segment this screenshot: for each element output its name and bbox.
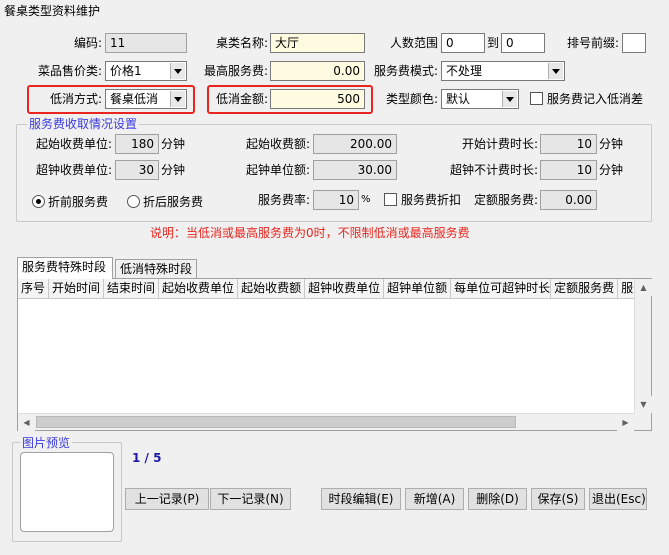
- people-to-label: 到: [487, 36, 500, 50]
- chevron-down-icon[interactable]: [548, 63, 563, 79]
- fee-mode-value: 不处理: [446, 64, 483, 78]
- row-prefix-label: 排号前缀:: [566, 36, 619, 50]
- fixed-fee-label: 定额服务费:: [473, 193, 538, 207]
- over-amount-label: 起钟单位额:: [245, 163, 310, 177]
- table-name-label: 桌类名称:: [215, 36, 268, 50]
- start-amount-label: 起始收费额:: [245, 137, 310, 151]
- fee-into-min-label: 服务费记入低消差: [547, 92, 644, 106]
- preview-title: 图片预览: [20, 436, 73, 450]
- next-record-button[interactable]: 下一记录(N): [210, 488, 291, 510]
- grid-horizontal-scrollbar[interactable]: ◀ ▶: [18, 413, 634, 431]
- grid-vertical-scrollbar[interactable]: ▲ ▼: [634, 279, 652, 413]
- min-mode-value: 餐桌低消: [110, 92, 159, 106]
- col-header: 序号: [18, 279, 50, 298]
- start-timing-unit: 分钟: [599, 137, 624, 151]
- col-header: 结束时间: [104, 279, 160, 298]
- max-fee-field[interactable]: 0.00: [270, 61, 365, 81]
- fee-before-discount-label: 折前服务费: [48, 195, 109, 209]
- scroll-thumb[interactable]: [36, 416, 516, 428]
- over-unit-field[interactable]: 30: [115, 160, 159, 180]
- type-color-select[interactable]: 默认: [441, 89, 519, 109]
- col-header: 开始时间: [49, 279, 105, 298]
- start-amount-field[interactable]: 200.00: [313, 134, 397, 154]
- min-amount-label: 低消金额:: [215, 92, 268, 106]
- code-field[interactable]: 11: [105, 33, 187, 53]
- tab-min-consume-period[interactable]: 低消特殊时段: [115, 259, 197, 279]
- prev-record-button[interactable]: 上一记录(P): [125, 488, 209, 510]
- scroll-corner: [634, 413, 651, 430]
- people-to-field[interactable]: 0: [501, 33, 545, 53]
- table-name-field[interactable]: 大厅: [270, 33, 365, 53]
- over-amount-field[interactable]: 30.00: [313, 160, 397, 180]
- scroll-down-icon[interactable]: ▼: [635, 396, 652, 413]
- code-label: 编码:: [73, 36, 102, 50]
- min-mode-select[interactable]: 餐桌低消: [105, 89, 187, 109]
- fee-into-min-checkbox[interactable]: [530, 92, 543, 105]
- fee-rate-label: 服务费率:: [257, 193, 310, 207]
- fee-rate-field[interactable]: 10: [313, 190, 359, 210]
- col-header: 超钟收费单位: [305, 279, 385, 298]
- tab-service-fee-period[interactable]: 服务费特殊时段: [17, 257, 113, 279]
- type-color-label: 类型颜色:: [385, 92, 438, 106]
- col-header: 起始收费单位: [159, 279, 239, 298]
- exit-button[interactable]: 退出(Esc): [589, 488, 647, 510]
- fee-discount-checkbox[interactable]: [384, 193, 397, 206]
- dish-price-select[interactable]: 价格1: [105, 61, 187, 81]
- min-mode-label: 低消方式:: [49, 92, 102, 106]
- chevron-down-icon[interactable]: [170, 63, 185, 79]
- save-button[interactable]: 保存(S): [531, 488, 585, 510]
- scroll-left-icon[interactable]: ◀: [18, 414, 35, 431]
- chevron-down-icon[interactable]: [502, 91, 517, 107]
- col-header: 起始收费额: [238, 279, 306, 298]
- fee-discount-label: 服务费折扣: [401, 193, 462, 207]
- scroll-right-icon[interactable]: ▶: [617, 414, 634, 431]
- fee-mode-label: 服务费模式:: [373, 64, 438, 78]
- over-free-label: 超钟不计费时长:: [449, 163, 538, 177]
- dish-price-value: 价格1: [110, 64, 142, 78]
- period-grid[interactable]: 序号 开始时间 结束时间 起始收费单位 起始收费额 超钟收费单位 超钟单位额 每…: [17, 278, 652, 431]
- fixed-fee-field[interactable]: 0.00: [540, 190, 597, 210]
- record-pager: 1 / 5: [132, 451, 162, 465]
- over-free-field[interactable]: 10: [540, 160, 597, 180]
- col-header: 定额服务费: [551, 279, 619, 298]
- start-timing-label: 开始计费时长:: [461, 137, 538, 151]
- start-unit-field[interactable]: 180: [115, 134, 159, 154]
- start-unit-unit: 分钟: [161, 137, 186, 151]
- col-header: 超钟单位额: [384, 279, 452, 298]
- over-free-unit: 分钟: [599, 163, 624, 177]
- col-header: 每单位可超钟时长: [451, 279, 552, 298]
- edit-period-button[interactable]: 时段编辑(E): [321, 488, 401, 510]
- fee-after-discount-radio[interactable]: [127, 195, 140, 208]
- fee-mode-select[interactable]: 不处理: [441, 61, 565, 81]
- max-fee-label: 最高服务费:: [203, 64, 268, 78]
- people-range-label: 人数范围: [389, 36, 438, 50]
- explanation-note: 说明：当低消或最高服务费为0时，不限制低消或最高服务费: [150, 226, 470, 240]
- scroll-up-icon[interactable]: ▲: [635, 279, 652, 296]
- col-header: 服务: [618, 279, 635, 298]
- chevron-down-icon[interactable]: [170, 91, 185, 107]
- type-color-value: 默认: [446, 92, 471, 106]
- fee-after-discount-label: 折后服务费: [143, 195, 204, 209]
- fee-before-discount-radio[interactable]: [32, 195, 45, 208]
- add-button[interactable]: 新增(A): [405, 488, 464, 510]
- people-from-field[interactable]: 0: [441, 33, 485, 53]
- fee-rate-unit: %: [361, 194, 371, 205]
- window-title: 餐桌类型资料维护: [0, 0, 669, 22]
- fee-group-title: 服务费收取情况设置: [27, 117, 140, 131]
- delete-button[interactable]: 删除(D): [468, 488, 527, 510]
- over-unit-label: 超钟收费单位:: [35, 163, 112, 177]
- start-timing-field[interactable]: 10: [540, 134, 597, 154]
- over-unit-unit: 分钟: [161, 163, 186, 177]
- start-unit-label: 起始收费单位:: [35, 137, 112, 151]
- min-amount-field[interactable]: 500: [270, 89, 365, 109]
- dish-price-label: 菜品售价类:: [37, 64, 102, 78]
- row-prefix-field[interactable]: [622, 33, 646, 53]
- preview-image: [20, 452, 114, 532]
- grid-header: 序号 开始时间 结束时间 起始收费单位 起始收费额 超钟收费单位 超钟单位额 每…: [18, 279, 635, 299]
